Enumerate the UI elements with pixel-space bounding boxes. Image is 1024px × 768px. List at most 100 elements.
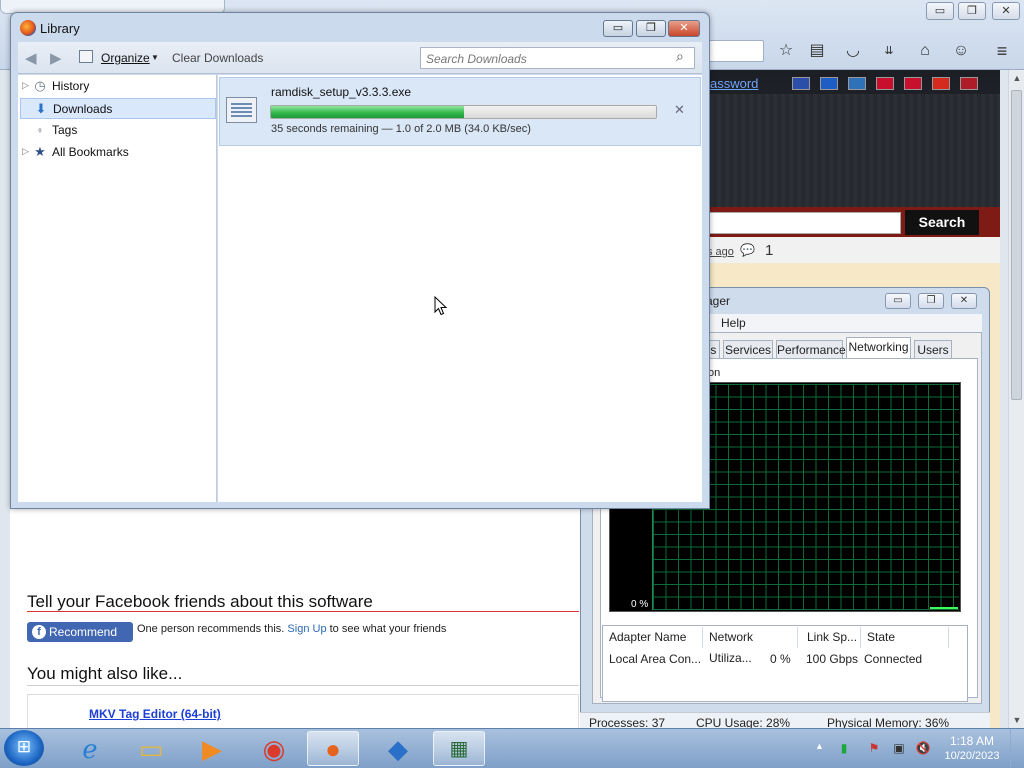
clear-downloads-button[interactable]: Clear Downloads (172, 51, 263, 65)
chat-icon[interactable]: ☺ (949, 40, 973, 62)
download-progress-fill (271, 106, 464, 118)
col-state[interactable]: State (861, 627, 949, 648)
posted-ago-link[interactable]: s ago (707, 246, 734, 258)
facebook-icon: f (32, 625, 46, 639)
language-flag-icon[interactable] (820, 77, 838, 90)
download-filename: ramdisk_setup_v3.3.3.exe (271, 85, 412, 99)
firefox-logo-icon (20, 20, 36, 36)
network-icon[interactable]: ▣ (891, 740, 907, 756)
home-icon[interactable]: ⌂ (913, 40, 937, 62)
sidebar-item-all-bookmarks[interactable]: ▷ ★ All Bookmarks (20, 142, 216, 163)
language-flag-icon[interactable] (960, 77, 978, 90)
chevron-down-icon[interactable]: ▼ (151, 53, 159, 62)
bookmark-star-icon[interactable]: ☆ (774, 40, 798, 62)
scrollbar-thumb[interactable] (1011, 90, 1022, 400)
show-hidden-icons-icon[interactable]: ▲ (815, 741, 824, 751)
sidebar-item-label: Tags (52, 123, 78, 137)
language-flag-icon[interactable] (792, 77, 810, 90)
firefox-restore-button[interactable]: ❐ (958, 2, 986, 20)
sidebar-item-downloads[interactable]: ⬇ Downloads (20, 98, 216, 119)
site-search-input[interactable] (707, 212, 901, 234)
language-flag-icon[interactable] (876, 77, 894, 90)
site-search-button[interactable]: Search (905, 210, 979, 235)
app-icon[interactable]: ◆ (382, 733, 414, 765)
firefox-close-button[interactable]: ✕ (992, 2, 1020, 20)
exe-file-icon (226, 97, 257, 123)
row-state: Connected (864, 652, 923, 666)
expand-twisty-icon[interactable]: ▷ (22, 80, 29, 91)
pocket-icon[interactable]: ◡ (841, 40, 865, 62)
reading-list-icon[interactable]: ▤ (805, 40, 829, 62)
tm-tab-2[interactable]: Services (723, 340, 773, 359)
hamburger-menu-icon[interactable]: ≡ (990, 40, 1014, 62)
signup-link[interactable]: Sign Up (287, 623, 326, 635)
scroll-down-icon[interactable]: ▼ (1009, 712, 1024, 728)
download-arrow-icon: ⬇ (35, 101, 47, 116)
tm-close-button[interactable]: ✕ (951, 293, 977, 309)
row-link-speed: 100 Gbps (806, 652, 859, 666)
tag-icon: ⬫ (38, 122, 42, 137)
downloads-toolbar-icon[interactable]: ⇊ (877, 40, 901, 62)
clock-date[interactable]: 10/20/2023 (937, 750, 1007, 762)
search-downloads-input[interactable]: Search Downloads (420, 47, 695, 69)
page-scrollbar[interactable]: ▲ ▼ (1008, 70, 1024, 728)
related-software-link[interactable]: MKV Tag Editor (64-bit) (89, 707, 221, 721)
expand-twisty-icon[interactable]: ▷ (22, 146, 29, 157)
forward-arrow-icon[interactable]: ▶ (50, 49, 62, 67)
search-icon[interactable]: ⌕ (676, 48, 684, 65)
tray-monitor-icon[interactable]: ▮ (836, 740, 852, 756)
tm-restore-button[interactable]: ❐ (918, 293, 944, 309)
sidebar-item-history[interactable]: ▷ ◷ History (20, 76, 216, 97)
tm-tab-4[interactable]: Networking (846, 337, 911, 359)
chrome-icon[interactable]: ◉ (258, 733, 290, 765)
bookmark-star-icon: ★ (34, 144, 46, 159)
language-flag-icon[interactable] (904, 77, 922, 90)
also-like-heading: You might also like... (27, 664, 183, 683)
tm-minimize-button[interactable]: ▭ (885, 293, 911, 309)
library-title: Library (40, 21, 80, 36)
sidebar-item-label: History (52, 79, 90, 93)
sidebar-item-label: Downloads (53, 102, 113, 116)
sidebar-item-tags[interactable]: ⬫ Tags (20, 120, 216, 141)
tm-menu-help[interactable]: Help (721, 316, 746, 330)
recommend-text: One person recommends this. Sign Up to s… (137, 623, 446, 635)
volume-muted-icon[interactable]: 🔇 (915, 740, 931, 756)
windows-logo-icon: ⊞ (16, 737, 32, 756)
firefox-icon[interactable]: ● (317, 733, 349, 765)
library-close-button[interactable]: ✕ (668, 20, 700, 37)
comment-count: 1 (765, 242, 774, 259)
divider (27, 685, 579, 686)
sidebar-item-label: All Bookmarks (52, 145, 129, 159)
firefox-minimize-button[interactable]: ▭ (926, 2, 954, 20)
organize-icon[interactable] (79, 50, 93, 63)
comments-icon: 💬 (740, 243, 755, 257)
task-manager-icon[interactable]: ▦ (443, 733, 475, 765)
file-explorer-icon[interactable]: ▭ (135, 733, 167, 765)
back-arrow-icon[interactable]: ◀ (25, 49, 37, 67)
media-player-icon[interactable]: ▶ (196, 733, 228, 765)
recommend-button[interactable]: f Recommend (27, 622, 133, 642)
tm-tab-5[interactable]: Users (914, 340, 952, 359)
recommend-tail-text: to see what your friends (329, 623, 447, 635)
recommend-count-text: One person recommends this. (137, 623, 285, 635)
scroll-up-icon[interactable]: ▲ (1009, 70, 1024, 86)
language-flag-icon[interactable] (848, 77, 866, 90)
col-network-utilization[interactable]: Network Utiliza... (703, 627, 798, 665)
row-adapter-name[interactable]: Local Area Con... (609, 652, 701, 666)
col-link-speed[interactable]: Link Sp... (801, 627, 861, 648)
organize-button[interactable]: Organize (101, 51, 150, 65)
action-center-flag-icon[interactable]: ⚑ (866, 740, 882, 756)
tm-tab-3[interactable]: Performance (776, 340, 846, 359)
mouse-cursor-icon (434, 296, 448, 316)
clock-time[interactable]: 1:18 AM (937, 734, 1007, 748)
site-header (705, 70, 1000, 210)
library-maximize-button[interactable]: ❐ (636, 20, 666, 37)
show-desktop-button[interactable] (1010, 729, 1024, 768)
row-utilization: 0 % (770, 652, 791, 666)
internet-explorer-icon[interactable]: ℯ (74, 733, 106, 765)
language-flag-icon[interactable] (932, 77, 950, 90)
col-adapter-name[interactable]: Adapter Name (603, 627, 703, 648)
library-minimize-button[interactable]: ▭ (603, 20, 633, 37)
password-link[interactable]: assword (710, 76, 758, 91)
cancel-download-icon[interactable]: ✕ (674, 102, 685, 118)
